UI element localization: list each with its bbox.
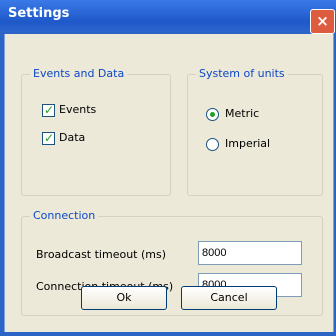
metric-radio[interactable] bbox=[206, 108, 219, 121]
broadcast-timeout-label: Broadcast timeout (ms) bbox=[36, 248, 167, 261]
imperial-radio[interactable] bbox=[206, 138, 219, 151]
connection-group: Connection Broadcast timeout (ms) Connec… bbox=[21, 209, 323, 316]
system-of-units-group: System of units Metric Imperial bbox=[187, 67, 323, 196]
dialog-title: Settings bbox=[8, 6, 70, 21]
events-checkbox-label[interactable]: Events bbox=[59, 103, 96, 116]
events-data-legend: Events and Data bbox=[30, 67, 128, 80]
radio-selected-dot bbox=[210, 112, 215, 117]
check-icon: ✓ bbox=[44, 131, 55, 145]
broadcast-timeout-input[interactable] bbox=[198, 241, 302, 265]
close-button[interactable]: × bbox=[310, 9, 335, 34]
system-of-units-legend: System of units bbox=[196, 67, 288, 80]
settings-dialog: Settings × Events and Data ✓ Events ✓ Da… bbox=[0, 0, 336, 336]
metric-radio-label[interactable]: Metric bbox=[225, 107, 259, 120]
data-checkbox[interactable]: ✓ bbox=[42, 131, 55, 145]
imperial-radio-label[interactable]: Imperial bbox=[225, 137, 270, 150]
data-checkbox-label[interactable]: Data bbox=[59, 131, 85, 144]
title-bar[interactable]: Settings × bbox=[0, 0, 336, 34]
events-data-group: Events and Data ✓ Events ✓ Data bbox=[21, 67, 171, 196]
check-icon: ✓ bbox=[44, 103, 55, 117]
ok-button[interactable]: Ok bbox=[81, 286, 167, 310]
dialog-client-area: Events and Data ✓ Events ✓ Data System o… bbox=[4, 34, 334, 332]
connection-legend: Connection bbox=[30, 209, 99, 222]
events-checkbox[interactable]: ✓ bbox=[42, 103, 55, 117]
close-icon: × bbox=[316, 12, 329, 30]
cancel-button[interactable]: Cancel bbox=[181, 286, 277, 310]
